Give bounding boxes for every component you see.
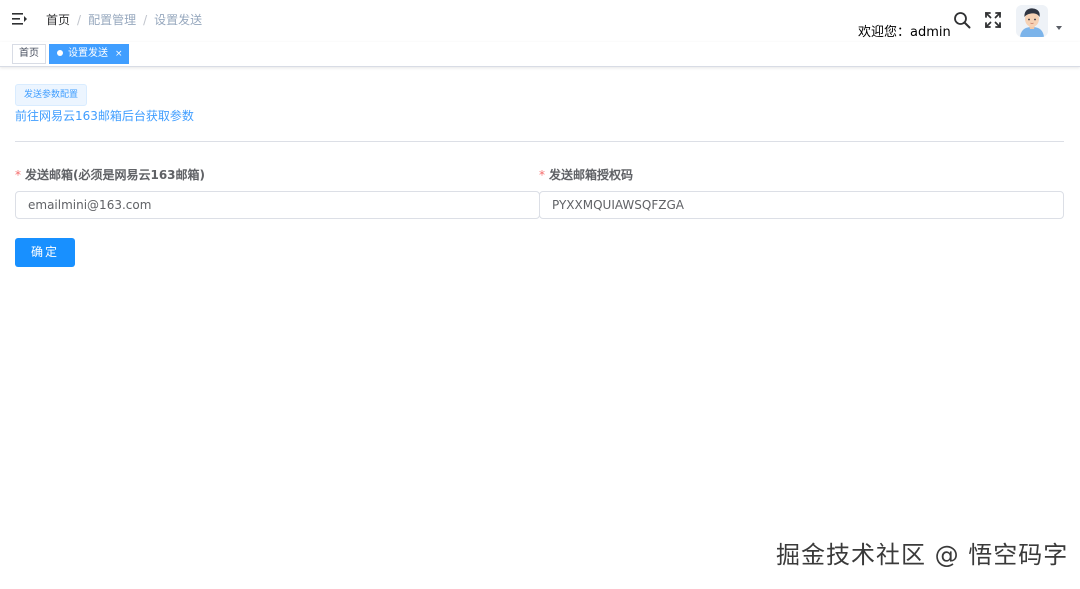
email-field[interactable]: emailmini@163.com: [15, 191, 540, 219]
tag-label: 设置发送: [68, 48, 108, 59]
welcome-text: 欢迎您：admin: [858, 25, 951, 40]
config-link[interactable]: 前往网易云163邮箱后台获取参数: [15, 108, 194, 124]
confirm-button[interactable]: 确定: [15, 238, 75, 267]
config-section-tag: 发送参数配置: [15, 84, 88, 106]
close-icon[interactable]: ×: [115, 49, 123, 59]
breadcrumb-config-management: 配置管理: [88, 13, 137, 27]
auth-code-label-text: 发送邮箱授权码: [549, 168, 634, 182]
breadcrumb-home[interactable]: 首页: [46, 13, 70, 27]
tag-set-send[interactable]: 设置发送 ×: [49, 44, 129, 64]
watermark: 掘金技术社区 @ 悟空码字: [776, 541, 1069, 569]
search-icon[interactable]: [953, 11, 971, 29]
email-label-text: 发送邮箱(必须是网易云163邮箱): [25, 168, 206, 182]
tag-home[interactable]: 首页: [12, 44, 46, 64]
breadcrumb: 首页 / 配置管理 / 设置发送: [46, 12, 202, 28]
auth-code-field[interactable]: PYXXMQUIAWSQFZGA: [539, 191, 1064, 219]
hamburger-icon[interactable]: [12, 12, 28, 26]
breadcrumb-set-send: 设置发送: [154, 13, 203, 27]
avatar[interactable]: [1016, 5, 1048, 37]
active-dot-icon: [57, 50, 63, 56]
navbar: 首页 / 配置管理 / 设置发送 欢迎您：admin: [0, 0, 1080, 42]
required-mark: *: [15, 168, 21, 182]
fullscreen-icon[interactable]: [984, 11, 1002, 29]
breadcrumb-separator: /: [143, 13, 148, 27]
breadcrumb-separator: /: [77, 13, 82, 27]
divider: [15, 141, 1064, 142]
auth-code-label: * 发送邮箱授权码: [539, 168, 633, 182]
email-label: * 发送邮箱(必须是网易云163邮箱): [15, 168, 205, 182]
required-mark: *: [539, 168, 545, 182]
tags-view: 首页 设置发送 ×: [0, 42, 1080, 67]
caret-down-icon[interactable]: [1056, 26, 1062, 30]
